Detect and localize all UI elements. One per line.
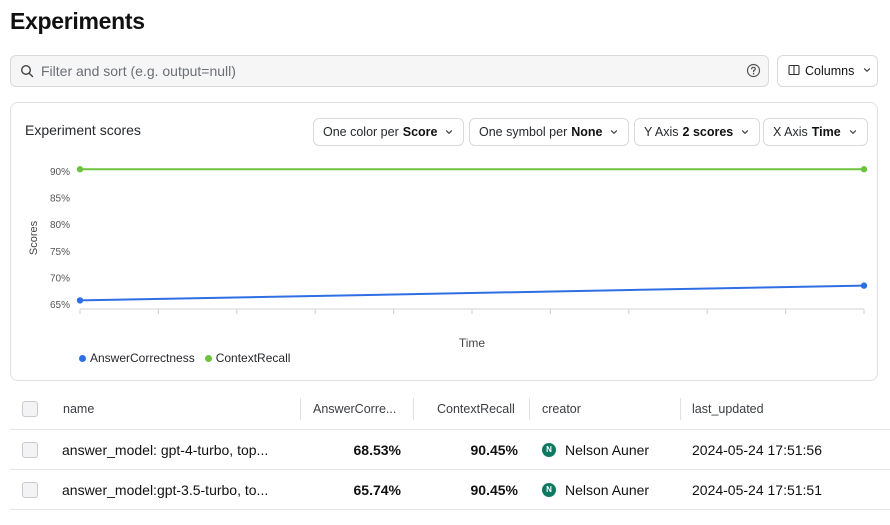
column-header-name[interactable]: name [63,388,94,429]
help-icon[interactable] [746,63,761,83]
column-divider[interactable] [300,398,301,420]
filter-input[interactable] [39,56,739,86]
data-point [76,166,84,173]
avatar: N [542,442,556,457]
chevron-down-icon [859,64,872,78]
data-point [860,282,868,289]
legend-label: AnswerCorrectness [90,351,195,365]
cell-last-updated: 2024-05-24 17:51:51 [692,481,822,498]
y-axis-label: Scores [28,220,40,255]
legend-item[interactable]: AnswerCorrectness [79,351,195,365]
table-header-row: name AnswerCorre... ContextRecall creato… [10,388,890,430]
cell-creator: N Nelson Auner [542,470,649,509]
page-title: Experiments [10,8,145,34]
y-tick-label: 90% [50,167,70,178]
legend-swatch [79,354,86,362]
column-divider[interactable] [680,398,681,420]
y-tick-label: 70% [50,273,70,284]
data-point [76,297,84,304]
cell-context-recall: 90.45% [470,441,518,458]
cell-name: answer_model:gpt-3.5-turbo, to... [62,481,269,498]
table-row[interactable]: answer_model: gpt-4-turbo, top... 68.53%… [10,430,890,470]
search-icon [20,64,34,83]
columns-label: Columns [805,64,855,78]
x-axis-label: Time [459,336,486,348]
chart-legend: AnswerCorrectness ContextRecall [79,351,290,365]
cell-answer-correctness: 65.74% [353,481,401,498]
y-tick-label: 80% [50,220,70,231]
columns-button[interactable]: Columns [777,55,878,87]
scores-line-chart: 65% 70% 75% 80% 85% 90% Scores Time [28,166,868,348]
column-divider[interactable] [529,398,530,420]
data-point [860,166,868,173]
row-checkbox[interactable] [22,481,38,498]
cell-last-updated: 2024-05-24 17:51:56 [692,441,822,458]
cell-name: answer_model: gpt-4-turbo, top... [62,441,269,458]
creator-name: Nelson Auner [565,481,650,498]
y-tick-label: 85% [50,194,70,205]
column-header-creator[interactable]: creator [542,388,581,429]
creator-name: Nelson Auner [565,441,650,458]
avatar: N [542,482,556,497]
series-line [79,284,865,302]
column-header-answer-correctness[interactable]: AnswerCorre... [313,388,396,429]
columns-icon [788,64,800,79]
select-all-cell [22,388,38,429]
cell-creator: N Nelson Auner [542,430,649,469]
row-checkbox[interactable] [22,441,38,458]
table-row[interactable]: answer_model:gpt-3.5-turbo, to... 65.74%… [10,470,890,510]
experiments-table: name AnswerCorre... ContextRecall creato… [10,388,890,510]
filter-bar [10,55,769,87]
legend-label: ContextRecall [215,351,291,365]
row-select-cell [22,470,38,509]
column-divider[interactable] [413,398,414,420]
cell-context-recall: 90.45% [470,481,518,498]
y-tick-label: 75% [50,247,70,258]
row-select-cell [22,430,38,469]
select-all-checkbox[interactable] [22,400,38,417]
legend-item[interactable]: ContextRecall [204,351,291,365]
column-header-context-recall[interactable]: ContextRecall [437,388,515,429]
legend-swatch [204,354,212,362]
column-header-last-updated[interactable]: last_updated [692,388,764,429]
y-tick-label: 65% [50,300,70,311]
experiment-scores-panel: Experiment scores One color per Score On… [10,102,878,381]
cell-answer-correctness: 68.53% [353,441,401,458]
